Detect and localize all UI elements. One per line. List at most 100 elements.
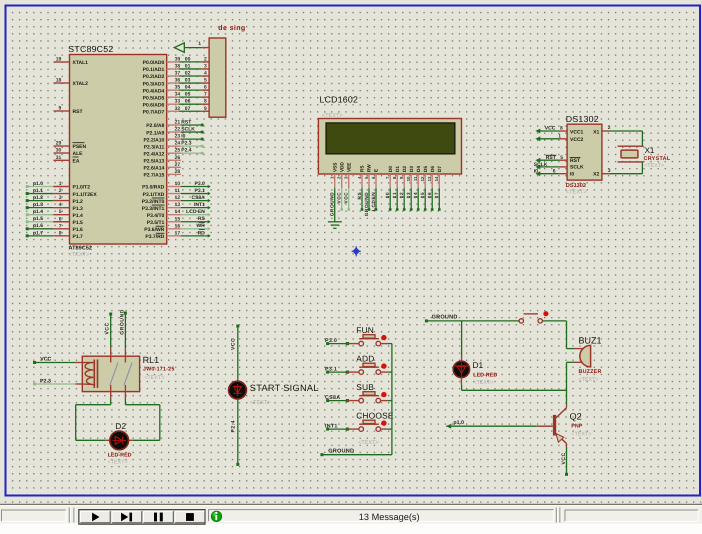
svg-text:D5: D5 [423,166,428,172]
svg-text:GROUND: GROUND [432,314,458,320]
svg-text:LED-RED: LED-RED [108,453,132,459]
svg-text:de sing: de sing [218,24,245,32]
svg-text:34: 34 [175,92,181,98]
svg-text:<TEXT>: <TEXT> [566,189,587,195]
svg-text:02: 02 [185,71,191,77]
svg-text:00: 00 [185,56,191,62]
svg-text:p1.4: p1.4 [33,209,43,215]
svg-text:P1.2: P1.2 [73,199,84,205]
svg-text:GROUND: GROUND [330,192,335,216]
svg-text:P2.4: P2.4 [231,420,237,433]
svg-text:VCC1: VCC1 [570,129,584,135]
svg-text:P3.2/INT0: P3.2/INT0 [142,199,165,205]
svg-text:p1.7: p1.7 [33,230,43,236]
svg-text:X1: X1 [645,146,655,155]
svg-text:VCC: VCC [105,322,111,334]
svg-text:7: 7 [204,92,207,98]
svg-text:26: 26 [175,155,181,161]
svg-text:D0: D0 [388,166,393,172]
svg-text:BUZZER: BUZZER [579,369,602,375]
svg-text:39: 39 [175,56,181,62]
svg-text:2: 2 [608,125,611,131]
svg-text:E: E [374,169,379,172]
svg-text:P3.4/T0: P3.4/T0 [147,213,165,219]
svg-text:SCLK: SCLK [570,165,584,171]
svg-text:<TEXT>: <TEXT> [69,252,90,258]
svg-text:DS1302: DS1302 [566,114,599,124]
svg-text:P2.5/A13: P2.5/A13 [143,158,164,164]
svg-text:CHOOSE: CHOOSE [356,411,394,421]
svg-text:<TEXT>: <TEXT> [250,400,271,406]
svg-text:RST: RST [181,120,191,126]
svg-text:VSS: VSS [332,163,337,172]
svg-text:P3.1: P3.1 [195,188,206,194]
svg-text:VCC: VCC [545,126,556,132]
svg-text:WR: WR [196,223,205,229]
svg-text:P0.3/AD3: P0.3/AD3 [143,81,165,87]
svg-text:27: 27 [175,162,181,168]
svg-text:P1.1/T2EX: P1.1/T2EX [73,192,98,198]
svg-text:START SIGNAL: START SIGNAL [250,383,319,393]
svg-text:BUZ1: BUZ1 [579,336,602,346]
svg-text:D2: D2 [402,166,407,172]
svg-text:CRYSTAL: CRYSTAL [644,156,671,162]
svg-text:10: 10 [406,176,411,181]
svg-text:DS1302: DS1302 [566,183,586,189]
svg-text:P0.4/AD4: P0.4/AD4 [143,88,165,94]
svg-text:07: 07 [185,106,191,112]
svg-text:P2.2/A10: P2.2/A10 [143,137,164,143]
svg-text:I0: I0 [570,171,574,177]
svg-text:<TEXT>: <TEXT> [108,460,128,466]
svg-text:24: 24 [175,141,181,147]
svg-text:P1.0/T2: P1.0/T2 [73,185,91,191]
svg-text:31: 31 [56,155,62,161]
svg-text:8: 8 [59,230,62,236]
svg-text:D1: D1 [473,360,484,370]
svg-text:P3.0: P3.0 [195,181,206,187]
svg-text:5: 5 [560,155,563,161]
svg-text:12: 12 [175,195,181,201]
svg-text:LCD1602: LCD1602 [320,95,359,105]
svg-text:PNP: PNP [571,423,582,429]
svg-text:P0.7/AD7: P0.7/AD7 [143,109,165,115]
svg-text:13 Message(s): 13 Message(s) [359,512,420,522]
svg-text:LCD EN: LCD EN [186,209,205,215]
svg-text:INT1: INT1 [325,423,338,429]
svg-text:VCC: VCC [231,338,237,350]
svg-text:ADD: ADD [356,354,374,364]
svg-text:2: 2 [204,56,207,62]
svg-text:02: 02 [399,192,404,198]
svg-text:<TEXT>: <TEXT> [358,440,379,446]
svg-text:D6: D6 [430,166,435,172]
svg-text:1: 1 [558,133,561,139]
svg-text:00: 00 [385,192,390,198]
svg-text:1: 1 [59,181,62,187]
svg-text:P2.3: P2.3 [40,378,51,384]
svg-text:01: 01 [185,63,191,69]
svg-text:VEE: VEE [346,163,351,172]
svg-text:3: 3 [59,195,62,201]
svg-text:06: 06 [185,99,191,105]
svg-text:VCC: VCC [337,192,342,204]
svg-text:P1.7: P1.7 [73,234,84,240]
svg-text:15: 15 [175,216,181,222]
svg-text:07: 07 [434,192,439,198]
svg-text:P1.6: P1.6 [73,227,84,233]
svg-text:SUB: SUB [356,382,374,392]
svg-text:6: 6 [553,169,556,175]
svg-text:18: 18 [56,78,62,84]
svg-text:9: 9 [204,106,207,112]
svg-text:13: 13 [427,176,432,181]
svg-text:GROUND: GROUND [119,309,125,335]
svg-text:P0.0/AD0: P0.0/AD0 [143,60,165,66]
svg-text:03: 03 [406,192,411,198]
svg-text:FUN: FUN [356,325,374,335]
svg-text:06: 06 [427,192,432,198]
svg-text:36: 36 [175,78,181,84]
svg-text:ALE: ALE [73,151,84,157]
svg-text:VDD: VDD [339,161,344,172]
svg-text:P1.4: P1.4 [73,213,84,219]
svg-text:6: 6 [59,216,62,222]
svg-text:3: 3 [204,63,207,69]
svg-text:8: 8 [560,126,563,132]
